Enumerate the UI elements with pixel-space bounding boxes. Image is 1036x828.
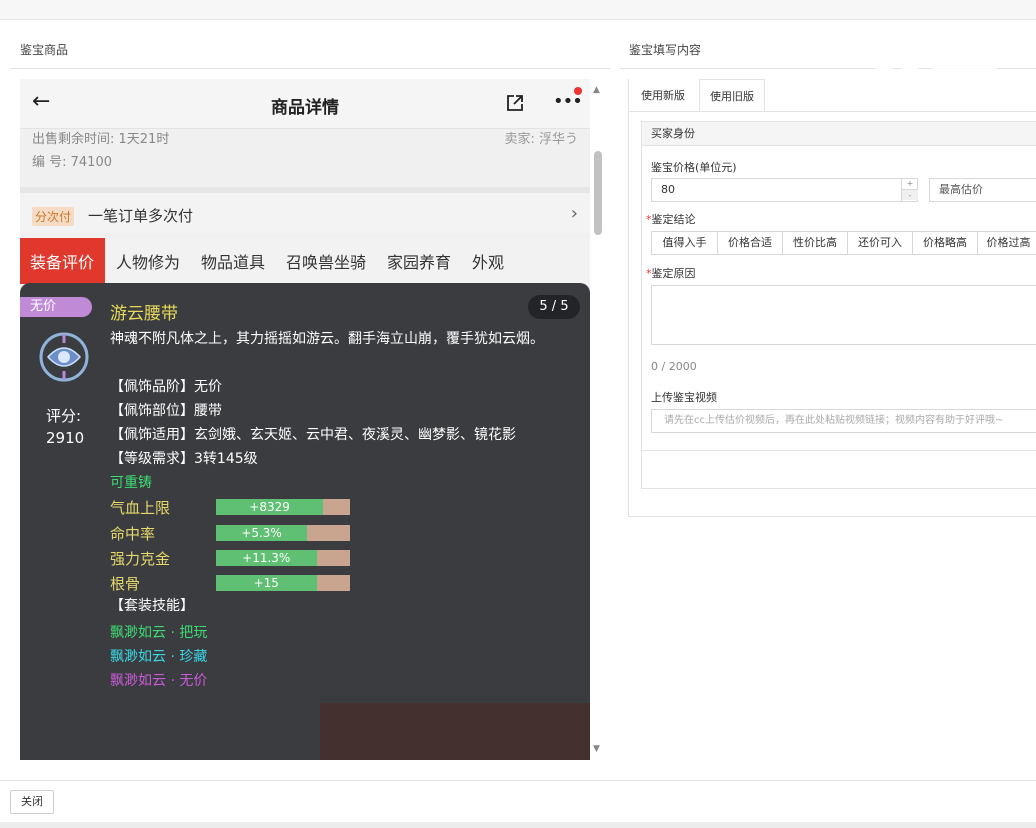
split-payment-text: 一笔订单多次付 bbox=[88, 207, 194, 225]
conclusion-option[interactable]: 价格合适 bbox=[718, 232, 783, 254]
seller: 卖家: 浮华う bbox=[504, 132, 578, 147]
conclusion-options: 值得入手 价格合适 性价比高 还价可入 价格略高 价格过高 bbox=[651, 231, 1036, 255]
stat-bar: +15 bbox=[216, 575, 350, 591]
stat-label: 根骨 bbox=[110, 575, 141, 593]
conclusion-option[interactable]: 价格略高 bbox=[913, 232, 978, 254]
stat-fill: +15 bbox=[216, 575, 317, 591]
score-value: 2910 bbox=[46, 429, 85, 447]
scroll-up-icon[interactable]: ▲ bbox=[593, 85, 600, 95]
stat-bar: +11.3% bbox=[216, 550, 350, 566]
tab-character[interactable]: 人物修为 bbox=[116, 238, 180, 284]
split-payment-badge: 分次付 bbox=[32, 207, 75, 226]
tab-items[interactable]: 物品道具 bbox=[201, 238, 265, 284]
appraisal-form: 买家身份 鉴宝价格(单位元) 80 + - 最高估价 *鉴定结论 值得入手 价格合… bbox=[641, 121, 1036, 489]
item-grade: 【佩饰品阶】无价 bbox=[110, 379, 222, 395]
footer-divider bbox=[0, 780, 1036, 781]
score-label: 评分: bbox=[46, 407, 82, 425]
close-button[interactable]: 关闭 bbox=[10, 790, 54, 814]
appraisal-form-panel: 使用新版 使用旧版 买家身份 鉴宝价格(单位元) 80 + - 最高估价 *鉴定结… bbox=[628, 79, 1036, 517]
tab-home[interactable]: 家园养育 bbox=[387, 238, 451, 284]
increment-icon[interactable]: + bbox=[902, 178, 918, 189]
tab-old-version[interactable]: 使用旧版 bbox=[699, 79, 765, 112]
scroll-down-icon[interactable]: ▼ bbox=[593, 744, 600, 754]
stat-label: 命中率 bbox=[110, 525, 156, 543]
tab-appearance[interactable]: 外观 bbox=[472, 238, 504, 284]
estimate-select[interactable]: 最高估价 bbox=[929, 178, 1036, 202]
card-background-shade bbox=[320, 703, 590, 760]
reason-label-row: *鉴定原因 bbox=[646, 265, 696, 281]
item-applicable: 【佩饰适用】玄剑娥、玄天姬、云中君、夜溪灵、幽梦影、镜花影 bbox=[110, 427, 516, 443]
tab-new-version[interactable]: 使用新版 bbox=[631, 79, 695, 112]
price-input[interactable]: 80 bbox=[651, 178, 918, 202]
bottom-strip bbox=[0, 822, 1036, 828]
tab-pets-mounts[interactable]: 召唤兽坐骑 bbox=[286, 238, 366, 284]
price-label: 鉴宝价格(单位元) bbox=[651, 161, 737, 174]
conclusion-label-row: *鉴定结论 bbox=[646, 211, 696, 227]
stat-bar: +8329 bbox=[216, 499, 350, 515]
top-strip bbox=[0, 0, 1036, 20]
conclusion-option[interactable]: 还价可入 bbox=[848, 232, 913, 254]
buyer-identity-header: 买家身份 bbox=[642, 122, 1036, 146]
set-skill: 飘渺如云 · 珍藏 bbox=[110, 649, 208, 665]
item-slot: 【佩饰部位】腰带 bbox=[110, 403, 222, 419]
set-skill-header: 【套装技能】 bbox=[110, 598, 194, 614]
notification-dot bbox=[574, 87, 582, 95]
scroll-thumb[interactable] bbox=[594, 151, 602, 235]
serial-number: 编 号: 74100 bbox=[32, 155, 112, 170]
stat-label: 强力克金 bbox=[110, 550, 171, 568]
left-section-divider bbox=[10, 68, 610, 69]
item-tooltip-card: 无价 评分: 2910 游云腰带 5 / 5 神魂不附凡体之上，其力摇摇如游云。… bbox=[20, 283, 590, 760]
reason-char-counter: 0 / 2000 bbox=[651, 360, 697, 373]
phone-header: ← 商品详情 ••• bbox=[20, 79, 590, 129]
video-label: 上传鉴宝视频 bbox=[651, 391, 717, 404]
conclusion-option[interactable]: 价格过高 bbox=[978, 232, 1036, 254]
share-icon[interactable] bbox=[505, 93, 525, 113]
sale-time: 出售剩余时间: 1天21时 bbox=[32, 132, 170, 147]
form-divider bbox=[642, 450, 1036, 451]
price-stepper[interactable]: + - bbox=[901, 178, 918, 202]
set-skill: 飘渺如云 · 把玩 bbox=[110, 625, 208, 641]
conclusion-option[interactable]: 性价比高 bbox=[783, 232, 848, 254]
belt-item-icon bbox=[39, 332, 89, 382]
item-recastable: 可重铸 bbox=[110, 475, 152, 491]
preview-scrollbar[interactable]: ▲ ▼ bbox=[591, 79, 605, 760]
item-level-requirement: 【等级需求】3转145级 bbox=[110, 451, 258, 467]
right-section-title: 鉴宝填写内容 bbox=[629, 43, 702, 57]
left-section-title: 鉴宝商品 bbox=[20, 43, 69, 57]
reason-textarea[interactable] bbox=[651, 285, 1036, 345]
item-name: 游云腰带 bbox=[110, 304, 178, 324]
split-payment-row[interactable]: 分次付 一笔订单多次付 › bbox=[20, 187, 590, 233]
conclusion-option[interactable]: 值得入手 bbox=[652, 232, 718, 254]
video-link-input[interactable]: 请先在cc上传估价视频后，再在此处粘贴视频链接；视频内容有助于好评哦~ bbox=[651, 409, 1036, 433]
conclusion-label: 鉴定结论 bbox=[651, 213, 696, 226]
count-badge: 5 / 5 bbox=[528, 295, 580, 319]
tab-underline bbox=[629, 111, 1036, 112]
reason-label: 鉴定原因 bbox=[651, 267, 696, 280]
phone-tabs: 装备评价 人物修为 物品道具 召唤兽坐骑 家园养育 外观 bbox=[20, 238, 590, 284]
stat-fill: +11.3% bbox=[216, 550, 317, 566]
decrement-icon[interactable]: - bbox=[902, 189, 918, 200]
stat-bar: +5.3% bbox=[216, 525, 350, 541]
stat-fill: +8329 bbox=[216, 499, 324, 515]
price-tag: 无价 bbox=[20, 297, 92, 317]
chevron-right-icon: › bbox=[570, 203, 578, 224]
product-detail-preview: ← 商品详情 ••• 出售剩余时间: 1天21时 卖家: 浮华う 编 号: 74… bbox=[20, 79, 590, 760]
stat-label: 气血上限 bbox=[110, 499, 171, 517]
set-skill: 飘渺如云 · 无价 bbox=[110, 673, 208, 689]
item-description: 神魂不附凡体之上，其力摇摇如游云。翻手海立山崩，覆手犹如云烟。 bbox=[110, 331, 544, 347]
stat-fill: +5.3% bbox=[216, 525, 308, 541]
watermark-logo-icon bbox=[867, 43, 1001, 71]
tab-equipment-review[interactable]: 装备评价 bbox=[20, 238, 105, 284]
